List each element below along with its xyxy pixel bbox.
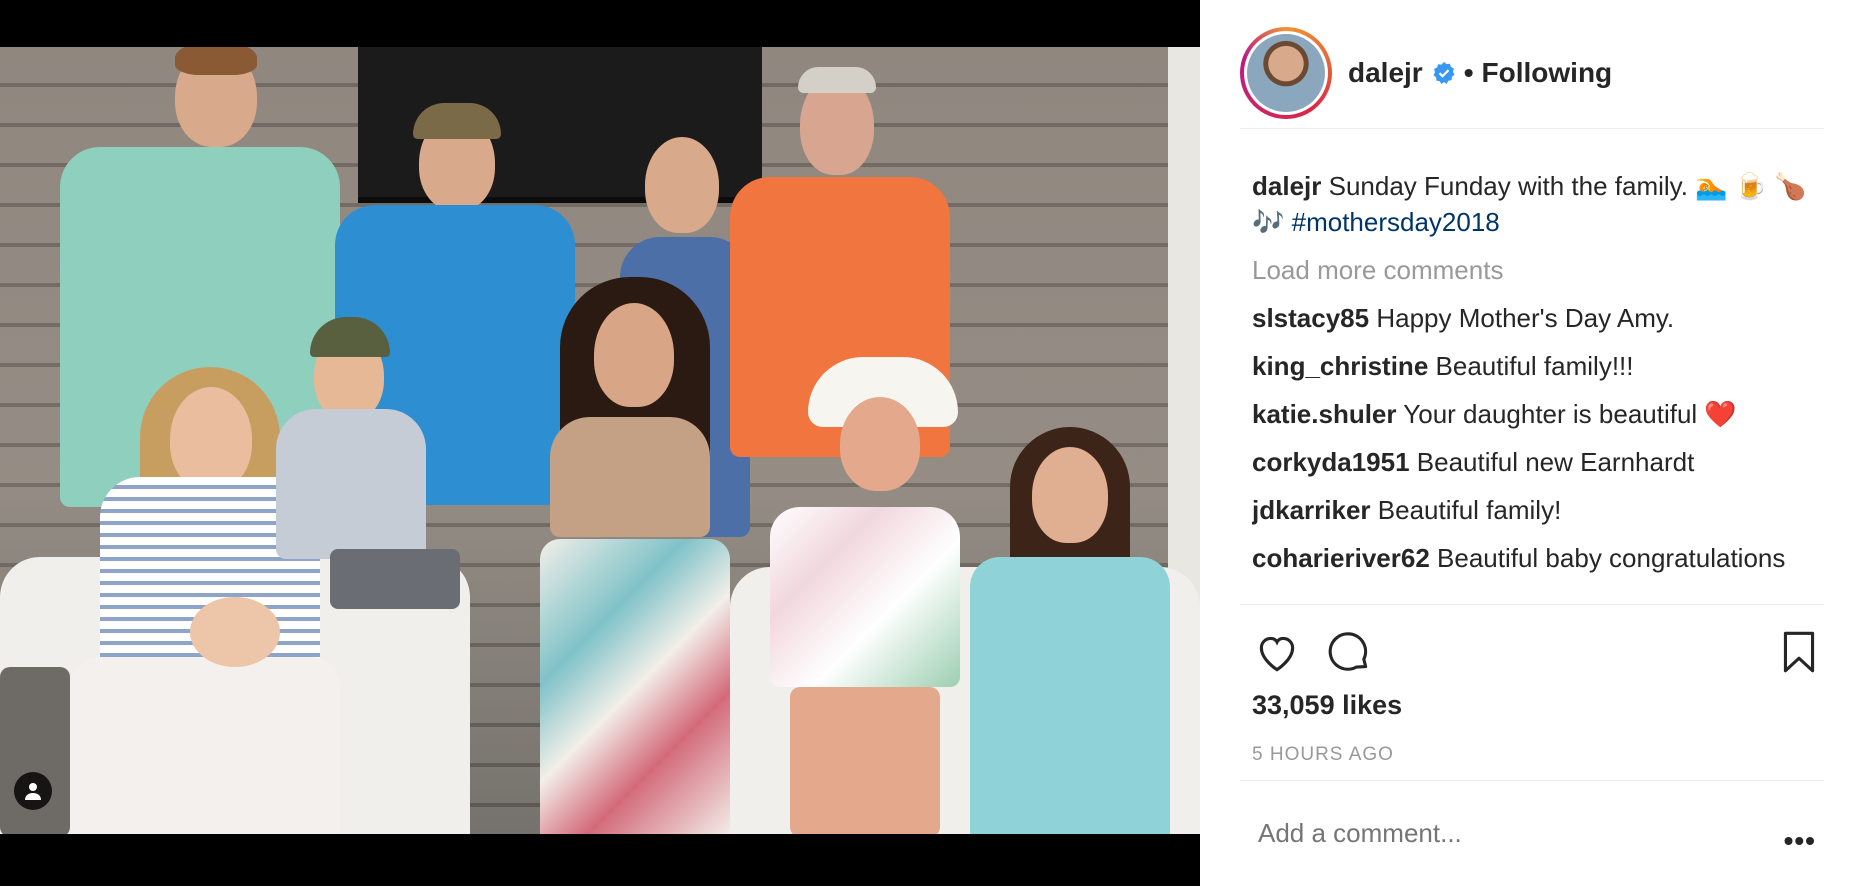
comment-username[interactable]: corkyda1951 — [1252, 447, 1410, 477]
caption-username[interactable]: dalejr — [1252, 171, 1321, 201]
tagged-users-icon[interactable] — [14, 772, 52, 810]
comment-item: coharieriver62 Beautiful baby congratula… — [1252, 540, 1832, 576]
person-boy-cap — [270, 317, 470, 637]
comment-username[interactable]: katie.shuler — [1252, 399, 1397, 429]
add-comment-input[interactable] — [1256, 817, 1740, 850]
comment-username[interactable]: jdkarriker — [1252, 495, 1371, 525]
comment-text: Beautiful baby congratulations — [1437, 543, 1786, 573]
comments-list[interactable]: dalejr Sunday Funday with the family. 🏊 … — [1252, 168, 1832, 600]
comment-text: Happy Mother's Day Amy. — [1376, 303, 1675, 333]
comment-item: corkyda1951 Beautiful new Earnhardt — [1252, 444, 1832, 480]
comment-text: Beautiful family! — [1377, 495, 1562, 525]
post-photo[interactable] — [0, 47, 1200, 834]
load-more-comments-button[interactable]: Load more comments — [1252, 252, 1832, 288]
comment-item: katie.shuler Your daughter is beautiful … — [1252, 396, 1832, 432]
bookmark-icon[interactable] — [1774, 627, 1824, 677]
following-button[interactable]: Following — [1482, 57, 1613, 89]
post-header: dalejr • Following — [1240, 18, 1824, 129]
verified-badge-icon — [1433, 62, 1455, 84]
comment-text: Your daughter is beautiful ❤️ — [1403, 399, 1737, 429]
caption: dalejr Sunday Funday with the family. 🏊 … — [1252, 168, 1832, 240]
header-separator: • — [1463, 57, 1474, 88]
like-heart-icon[interactable] — [1252, 627, 1302, 677]
comment-bubble-icon[interactable] — [1324, 627, 1374, 677]
comment-item: jdkarriker Beautiful family! — [1252, 492, 1832, 528]
header-username[interactable]: dalejr — [1348, 57, 1423, 89]
photo-area — [0, 0, 1200, 886]
person-girl-blue-dress — [960, 427, 1180, 834]
person-floral-skirt — [520, 277, 750, 834]
post-timestamp[interactable]: 5 HOURS AGO — [1252, 744, 1394, 766]
instagram-post-view: dalejr • Following dalejr Sunday Funday … — [0, 0, 1862, 886]
likes-count[interactable]: 33,059 likes — [1252, 690, 1402, 721]
story-ring[interactable] — [1240, 27, 1332, 119]
comment-box: ••• — [1240, 780, 1824, 887]
comment-text: Beautiful new Earnhardt — [1416, 447, 1695, 477]
avatar[interactable] — [1247, 34, 1325, 112]
more-options-button[interactable]: ••• — [1784, 825, 1816, 857]
post-sidebar: dalejr • Following dalejr Sunday Funday … — [1200, 0, 1862, 886]
comment-username[interactable]: coharieriver62 — [1252, 543, 1430, 573]
comment-username[interactable]: king_christine — [1252, 351, 1428, 381]
comment-text: Beautiful family!!! — [1435, 351, 1634, 381]
actions-bar — [1240, 604, 1824, 673]
comment-item: king_christine Beautiful family!!! — [1252, 348, 1832, 384]
caption-hashtag[interactable]: #mothersday2018 — [1292, 207, 1500, 237]
comment-username[interactable]: slstacy85 — [1252, 303, 1369, 333]
comment-item: slstacy85 Happy Mother's Day Amy. — [1252, 300, 1832, 336]
person-white-hat — [730, 357, 980, 834]
